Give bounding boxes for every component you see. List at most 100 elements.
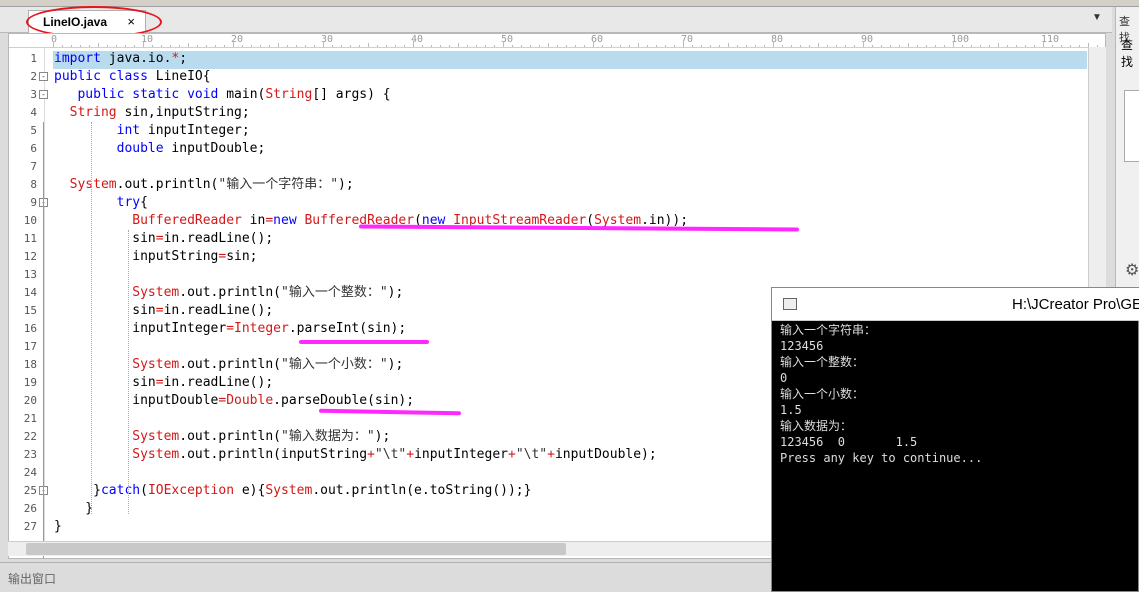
ruler-tick bbox=[1070, 45, 1071, 47]
code-line[interactable]: System.out.println(inputString+"\t"+inpu… bbox=[54, 446, 656, 464]
fold-toggle-icon[interactable]: - bbox=[39, 90, 48, 99]
console-line: 123456 bbox=[780, 339, 824, 353]
console-line: 123456 0 1.5 bbox=[780, 435, 918, 449]
ruler-tick bbox=[233, 41, 234, 47]
console-line: 0 bbox=[780, 371, 788, 385]
ruler-tick bbox=[98, 43, 99, 47]
ruler-tick bbox=[683, 41, 684, 47]
code-line[interactable]: sin=in.readLine(); bbox=[54, 374, 273, 392]
ruler-tick bbox=[152, 45, 153, 47]
fold-toggle-icon[interactable]: - bbox=[39, 72, 48, 81]
ruler-tick bbox=[161, 45, 162, 47]
ruler-tick bbox=[971, 45, 972, 47]
ruler-tick bbox=[638, 43, 639, 47]
ruler-tick bbox=[350, 45, 351, 47]
ruler-tick bbox=[935, 45, 936, 47]
ruler-tick bbox=[494, 45, 495, 47]
console-window[interactable]: H:\JCreator Pro\GE2001.exe 输入一个字符串： 12345… bbox=[771, 287, 1139, 592]
fold-guide bbox=[43, 122, 44, 558]
code-line[interactable]: public class LineIO{ bbox=[54, 68, 211, 86]
line-number: 4 bbox=[30, 106, 37, 119]
ruler-tick bbox=[143, 41, 144, 47]
column-ruler: 0 10 20 30 40 50 60 70 80 90 100 110 bbox=[9, 34, 1105, 48]
code-line[interactable]: System.out.println("输入一个字符串："); bbox=[54, 176, 354, 194]
console-output: 输入一个字符串： 123456 输入一个整数： 0 输入一个小数： 1.5 输入数据为： 12… bbox=[780, 322, 1139, 466]
code-line[interactable]: sin=in.readLine(); bbox=[54, 302, 273, 320]
code-line[interactable]: System.out.println("输入数据为："); bbox=[54, 428, 390, 446]
ruler-tick bbox=[449, 45, 450, 47]
indent-guide bbox=[91, 122, 92, 514]
code-line[interactable]: sin=in.readLine(); bbox=[54, 230, 273, 248]
ruler-tick bbox=[746, 45, 747, 47]
code-line[interactable]: try{ bbox=[54, 194, 148, 212]
code-line[interactable]: System.out.println("输入一个整数："); bbox=[54, 284, 403, 302]
code-line[interactable]: public static void main(String[] args) { bbox=[54, 86, 390, 104]
ruler-tick bbox=[287, 45, 288, 47]
ruler-tick bbox=[485, 45, 486, 47]
code-line[interactable]: int inputInteger; bbox=[54, 122, 250, 140]
ruler-tick bbox=[908, 43, 909, 47]
code-line[interactable]: }catch(IOException e){System.out.println… bbox=[54, 482, 531, 500]
ruler-tick bbox=[440, 45, 441, 47]
ruler-tick bbox=[548, 43, 549, 47]
ruler-tick bbox=[602, 45, 603, 47]
find-input[interactable] bbox=[1124, 90, 1139, 162]
ruler-tick bbox=[305, 45, 306, 47]
ruler-tick bbox=[188, 43, 189, 47]
code-line[interactable]: } bbox=[54, 500, 93, 518]
line-number: 17 bbox=[23, 340, 37, 353]
find-label: 查找 bbox=[1121, 38, 1134, 69]
ruler-tick bbox=[989, 45, 990, 47]
ruler-tick bbox=[647, 45, 648, 47]
line-number: 21 bbox=[23, 412, 37, 425]
code-line[interactable]: } bbox=[54, 518, 62, 536]
ruler-tick bbox=[998, 43, 999, 47]
ruler-tick bbox=[179, 45, 180, 47]
line-number: 22 bbox=[23, 430, 37, 443]
code-line[interactable]: System.out.println("输入一个小数："); bbox=[54, 356, 403, 374]
output-window-label: 输出窗口 bbox=[8, 572, 57, 586]
indent-guide bbox=[128, 230, 129, 514]
ruler-tick bbox=[125, 45, 126, 47]
line-number: 6 bbox=[30, 142, 37, 155]
ruler-tick bbox=[854, 45, 855, 47]
line-number: 20 bbox=[23, 394, 37, 407]
ruler-tick bbox=[197, 45, 198, 47]
ruler-tick bbox=[755, 45, 756, 47]
ruler-tick bbox=[458, 43, 459, 47]
ruler-tick bbox=[728, 43, 729, 47]
line-number: 24 bbox=[23, 466, 37, 479]
code-line[interactable]: import java.io.*; bbox=[54, 50, 187, 68]
ruler-tick bbox=[269, 45, 270, 47]
scroll-thumb[interactable] bbox=[26, 543, 566, 555]
code-line[interactable]: inputDouble=Double.parseDouble(sin); bbox=[54, 392, 414, 410]
code-line[interactable]: inputString=sin; bbox=[54, 248, 257, 266]
line-number: 1 bbox=[30, 52, 37, 65]
ruler-tick bbox=[134, 45, 135, 47]
ruler-tick bbox=[404, 45, 405, 47]
ruler-tick bbox=[863, 41, 864, 47]
ruler-tick bbox=[332, 45, 333, 47]
ruler-tick bbox=[737, 45, 738, 47]
ruler-tick bbox=[413, 41, 414, 47]
code-line[interactable]: double inputDouble; bbox=[54, 140, 266, 158]
tab-bar: LineIO.java × ▼ bbox=[0, 7, 1112, 34]
ruler-tick bbox=[1079, 45, 1080, 47]
ruler-tick bbox=[251, 45, 252, 47]
chevron-down-icon[interactable]: ▼ bbox=[1092, 12, 1102, 23]
ruler-tick bbox=[53, 41, 54, 47]
console-titlebar[interactable]: H:\JCreator Pro\GE2001.exe bbox=[772, 288, 1139, 321]
console-title: H:\JCreator Pro\GE2001.exe bbox=[1012, 296, 1139, 313]
code-line[interactable]: String sin,inputString; bbox=[54, 104, 250, 122]
ruler-tick bbox=[1043, 41, 1044, 47]
ruler-tick bbox=[1052, 45, 1053, 47]
ruler-tick bbox=[1007, 45, 1008, 47]
ruler-tick bbox=[575, 45, 576, 47]
ruler-tick bbox=[656, 45, 657, 47]
ruler-tick bbox=[467, 45, 468, 47]
code-line[interactable]: inputInteger=Integer.parseInt(sin); bbox=[54, 320, 406, 338]
ruler-tick bbox=[530, 45, 531, 47]
gear-icon[interactable]: ⚙ bbox=[1125, 260, 1139, 280]
ruler-tick bbox=[818, 43, 819, 47]
ruler-tick bbox=[692, 45, 693, 47]
